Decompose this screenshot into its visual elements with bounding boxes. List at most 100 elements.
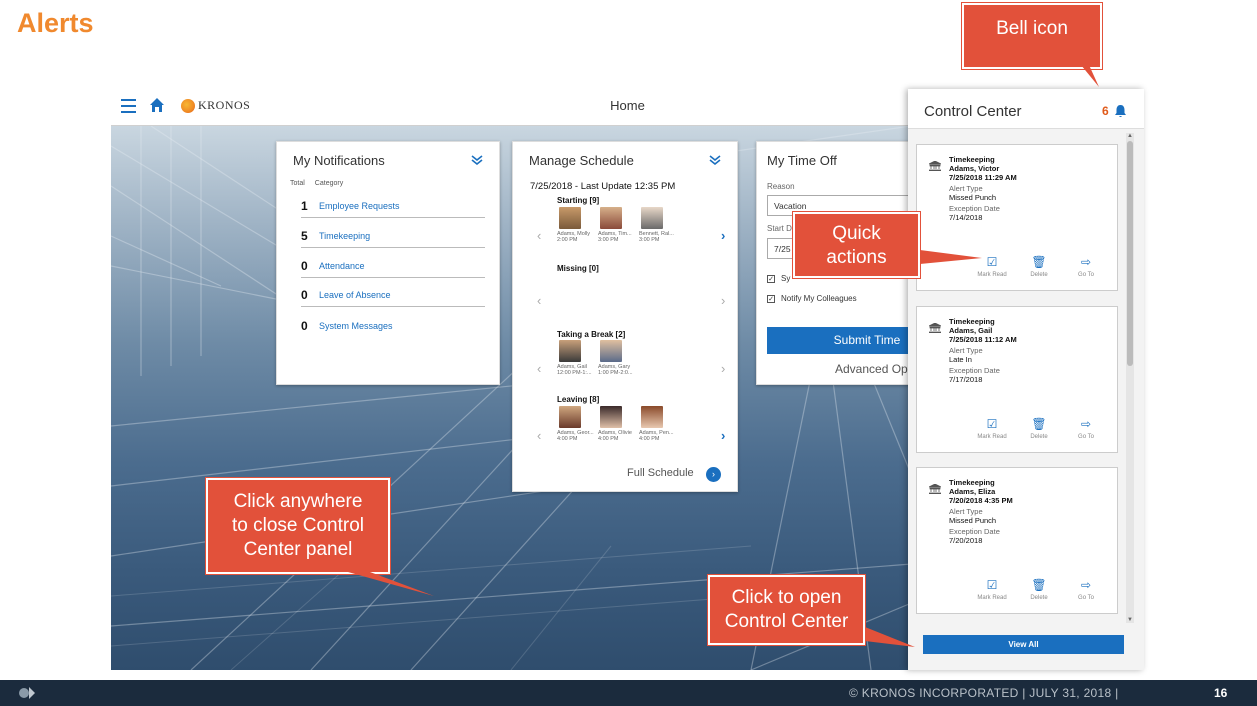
slide-title: Alerts (17, 8, 94, 38)
go-to-label: Go To (1078, 595, 1094, 601)
notification-count: 0 (301, 288, 308, 302)
alert-category: Timekeeping (949, 478, 995, 487)
trash-icon: 🗑 (1031, 578, 1047, 592)
notification-category[interactable]: Attendance (319, 261, 365, 271)
avatar (559, 406, 581, 428)
delete-button[interactable]: 🗑 Delete (1019, 417, 1059, 440)
person-card[interactable]: Bennett, Ral... 3:00 PM (639, 207, 679, 243)
delete-button[interactable]: 🗑 Delete (1019, 255, 1059, 278)
person-card[interactable]: Adams, Olivie 4:00 PM (598, 406, 638, 442)
go-to-button[interactable]: ⇨ Go To (1066, 255, 1106, 278)
prev-arrow-icon[interactable]: ‹ (537, 428, 541, 443)
notification-row[interactable]: 5 Timekeeping (301, 225, 485, 248)
exception-date: 7/20/2018 (949, 536, 983, 545)
exception-date: 7/17/2018 (949, 375, 983, 384)
scroll-up-icon[interactable]: ▲ (1127, 133, 1133, 139)
notifications-header: Total Category (290, 180, 343, 187)
prev-arrow-icon[interactable]: ‹ (537, 293, 541, 308)
checkbox[interactable]: ✓ (767, 294, 775, 303)
submit-time-button[interactable]: Submit Time (767, 327, 915, 354)
col-total: Total (290, 180, 305, 187)
break-heading: Taking a Break [2] (557, 330, 626, 339)
notification-category[interactable]: Employee Requests (319, 201, 400, 211)
go-to-label: Go To (1078, 272, 1094, 278)
next-arrow-icon[interactable]: › (721, 293, 725, 308)
advanced-options-link[interactable]: Advanced Op (835, 362, 908, 376)
notification-category[interactable]: Leave of Absence (319, 290, 391, 300)
delete-label: Delete (1030, 595, 1048, 601)
scroll-down-icon[interactable]: ▼ (1127, 617, 1133, 623)
avatar (600, 340, 622, 362)
scrollbar-thumb[interactable] (1127, 141, 1133, 366)
prev-arrow-icon[interactable]: ‹ (537, 228, 541, 243)
arrow-right-circle-icon[interactable]: › (706, 467, 721, 482)
exception-date-label: Exception Date (949, 527, 1000, 536)
slide-footer: © KRONOS INCORPORATED | JULY 31, 2018 | … (0, 680, 1257, 706)
slide: Alerts KRONOS Home My Notifications Tota… (0, 0, 1257, 706)
go-to-button[interactable]: ⇨ Go To (1066, 417, 1106, 440)
chevron-down-icon[interactable] (708, 155, 722, 165)
person-time: 1:00 PM-2:0... (598, 370, 633, 376)
alert-card[interactable]: Timekeeping Adams, Gail 7/25/2018 11:12 … (916, 306, 1118, 453)
person-card[interactable]: Adams, Gary 1:00 PM-2:0... (598, 340, 638, 376)
callout-text: Click anywhere (233, 491, 363, 512)
person-time: 12:00 PM-1:... (557, 370, 592, 376)
bell-icon[interactable] (1114, 104, 1127, 118)
mark-read-button[interactable]: ☑ Mark Read (972, 255, 1012, 278)
alert-type-label: Alert Type (949, 184, 983, 193)
alert-type: Late In (949, 355, 972, 364)
callout-text: actions (826, 247, 887, 268)
notification-category[interactable]: System Messages (319, 321, 393, 331)
go-to-button[interactable]: ⇨ Go To (1066, 578, 1106, 601)
mark-read-button[interactable]: ☑ Mark Read (972, 578, 1012, 601)
callout-text: Quick (832, 223, 881, 244)
person-card[interactable]: Adams, Gail 12:00 PM-1:... (557, 340, 597, 376)
notification-category[interactable]: Timekeeping (319, 231, 370, 241)
alert-card[interactable]: Timekeeping Adams, Victor 7/25/2018 11:2… (916, 144, 1118, 291)
notification-row[interactable]: 0 Attendance (301, 255, 485, 278)
mark-read-button[interactable]: ☑ Mark Read (972, 417, 1012, 440)
alert-datetime: 7/25/2018 11:29 AM (949, 173, 1017, 182)
person-card[interactable]: Adams, Tim... 3:00 PM (598, 207, 638, 243)
alert-type: Missed Punch (949, 193, 997, 202)
go-to-icon: ⇨ (1080, 578, 1092, 592)
scrollbar[interactable]: ▲ ▼ (1126, 133, 1134, 623)
prev-arrow-icon[interactable]: ‹ (537, 361, 541, 376)
notification-row[interactable]: 0 System Messages (301, 314, 485, 337)
mark-read-label: Mark Read (977, 595, 1007, 601)
checkbox[interactable]: ✓ (767, 274, 775, 283)
next-arrow-icon[interactable]: › (721, 428, 725, 443)
mark-read-icon: ☑ (986, 578, 998, 592)
person-card[interactable]: Adams, Pen... 4:00 PM (639, 406, 679, 442)
chevron-down-icon[interactable] (470, 155, 484, 165)
alert-count-badge[interactable]: 6 (1102, 104, 1109, 118)
bank-icon (929, 323, 941, 333)
checkbox-row[interactable]: ✓ Sy (767, 274, 790, 283)
next-arrow-icon[interactable]: › (721, 361, 725, 376)
notification-row[interactable]: 0 Leave of Absence (301, 284, 485, 307)
view-all-button[interactable]: View All (923, 635, 1124, 654)
timeoff-title: My Time Off (767, 153, 837, 168)
avatar (600, 207, 622, 229)
delete-label: Delete (1030, 434, 1048, 440)
callout-bell-icon: Bell icon (962, 3, 1102, 87)
page-number: 16 (1214, 686, 1228, 700)
person-card[interactable]: Adams, Molly 2:00 PM (557, 207, 597, 243)
alert-card[interactable]: Timekeeping Adams, Eliza 7/20/2018 4:35 … (916, 467, 1118, 614)
trash-icon: 🗑 (1031, 255, 1047, 269)
exception-date-label: Exception Date (949, 204, 1000, 213)
next-arrow-icon[interactable]: › (721, 228, 725, 243)
notification-row[interactable]: 1 Employee Requests (301, 195, 485, 218)
checkbox-label: Sy (781, 274, 791, 283)
full-schedule-link[interactable]: Full Schedule (627, 467, 694, 479)
person-card[interactable]: Adams, Geor... 4:00 PM (557, 406, 597, 442)
notify-colleagues-checkbox-row[interactable]: ✓ Notify My Colleagues (767, 294, 857, 303)
exception-date: 7/14/2018 (949, 213, 983, 222)
callout-text: to close Control (231, 515, 364, 536)
callout-quick-actions: Quick actions (793, 212, 982, 278)
delete-button[interactable]: 🗑 Delete (1019, 578, 1059, 601)
bank-icon (929, 161, 941, 171)
alert-category: Timekeeping (949, 155, 995, 164)
control-center-panel: Control Center 6 Timekeeping Adams, Vict… (908, 89, 1144, 670)
callout-pointer (1081, 65, 1099, 87)
